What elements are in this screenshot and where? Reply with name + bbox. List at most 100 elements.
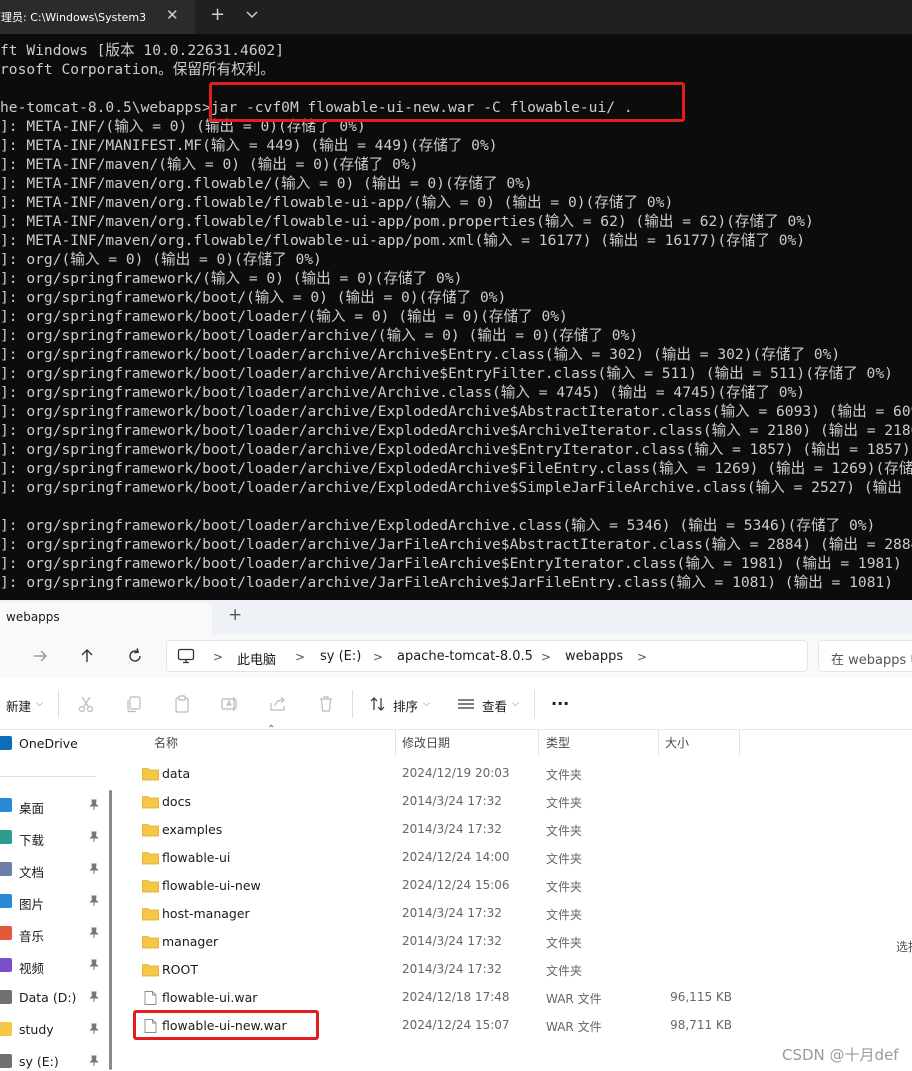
- column-size[interactable]: 大小: [665, 734, 689, 751]
- delete-icon[interactable]: [316, 694, 336, 714]
- file-row[interactable]: data 2024/12/19 20:03 文件夹: [120, 760, 810, 788]
- breadcrumb-webapps[interactable]: webapps: [565, 649, 623, 664]
- sidebar-item-label: 文档: [19, 865, 45, 880]
- paste-icon[interactable]: [172, 694, 192, 714]
- sidebar-scrollbar[interactable]: [109, 790, 112, 1070]
- copy-icon[interactable]: [124, 694, 144, 714]
- breadcrumb-tomcat[interactable]: apache-tomcat-8.0.5: [397, 649, 533, 664]
- file-row[interactable]: flowable-ui.war 2024/12/18 17:48 WAR 文件 96,…: [120, 984, 810, 1012]
- pin-icon[interactable]: [88, 1055, 100, 1067]
- column-date[interactable]: 修改日期: [402, 734, 450, 751]
- search-input[interactable]: 在 webapps 中: [818, 640, 912, 672]
- sort-icon[interactable]: [368, 694, 388, 714]
- folder-icon: [142, 796, 159, 809]
- file-type: 文件夹: [546, 880, 583, 894]
- forward-icon[interactable]: [30, 646, 50, 666]
- breadcrumb-drive[interactable]: sy (E:): [320, 649, 361, 664]
- terminal-line: ]: org/springframework/boot/loader/archi…: [0, 536, 912, 553]
- file-row[interactable]: examples 2014/3/24 17:32 文件夹: [120, 816, 810, 844]
- folder-icon: [142, 964, 159, 977]
- view-button[interactable]: 查看: [482, 696, 507, 715]
- folder-icon: [142, 824, 159, 837]
- pin-icon[interactable]: [88, 895, 100, 907]
- sidebar-item[interactable]: Data (D:): [0, 984, 110, 1012]
- chevron-down-icon[interactable]: [244, 8, 260, 22]
- terminal-line: ]: org/springframework/boot/loader/archi…: [0, 384, 806, 401]
- breadcrumb-this-pc[interactable]: 此电脑: [237, 649, 276, 668]
- file-row[interactable]: ROOT 2014/3/24 17:32 文件夹: [120, 956, 810, 984]
- terminal-line: ft Windows [版本 10.0.22631.4602]: [0, 42, 284, 59]
- drive-icon: [0, 990, 12, 1004]
- sidebar-item[interactable]: 音乐: [0, 920, 110, 948]
- file-row[interactable]: manager 2014/3/24 17:32 文件夹: [120, 928, 810, 956]
- chevron-right-icon[interactable]: >: [213, 650, 223, 664]
- column-divider[interactable]: [538, 730, 539, 756]
- pin-icon[interactable]: [88, 863, 100, 875]
- column-divider[interactable]: [739, 730, 740, 756]
- file-row[interactable]: flowable-ui 2024/12/24 14:00 文件夹: [120, 844, 810, 872]
- file-list: ⌃ 名称 修改日期 类型 大小 data 2024/12/19 20:03 文件夹 d…: [120, 724, 912, 1071]
- file-row[interactable]: docs 2014/3/24 17:32 文件夹: [120, 788, 810, 816]
- view-icon[interactable]: [456, 694, 476, 714]
- refresh-icon[interactable]: [125, 646, 145, 666]
- sort-button[interactable]: 排序: [393, 696, 418, 715]
- chevron-down-icon[interactable]: ⌵: [36, 699, 43, 709]
- toolbar-divider: [58, 690, 59, 718]
- sidebar-item[interactable]: 文档: [0, 856, 110, 884]
- chevron-down-icon[interactable]: ⌵: [512, 699, 519, 709]
- column-name[interactable]: 名称: [154, 734, 178, 751]
- sidebar-item[interactable]: 视频: [0, 952, 110, 980]
- close-icon[interactable]: ✕: [166, 6, 179, 24]
- pin-icon[interactable]: [88, 959, 100, 971]
- file-type: 文件夹: [546, 852, 583, 866]
- sidebar-item[interactable]: 图片: [0, 888, 110, 916]
- file-type: 文件夹: [546, 964, 583, 978]
- chevron-right-icon[interactable]: >: [295, 650, 305, 664]
- sidebar-item[interactable]: OneDrive: [0, 730, 110, 758]
- pin-icon[interactable]: [88, 1023, 100, 1035]
- new-button[interactable]: 新建: [6, 696, 31, 715]
- file-date: 2024/12/19 20:03: [402, 766, 510, 780]
- chevron-down-icon[interactable]: ⌵: [423, 699, 430, 709]
- pin-icon[interactable]: [88, 991, 100, 1003]
- sidebar-item[interactable]: study: [0, 1016, 110, 1044]
- terminal-tab-title: 管理员: C:\Windows\System32: [0, 11, 145, 24]
- file-date: 2024/12/18 17:48: [402, 990, 510, 1004]
- column-divider[interactable]: [658, 730, 659, 756]
- new-tab-button[interactable]: +: [210, 4, 225, 25]
- more-options-button[interactable]: ...: [551, 690, 569, 709]
- sidebar-item[interactable]: 桌面: [0, 792, 110, 820]
- cut-icon[interactable]: [76, 694, 96, 714]
- file-date: 2014/3/24 17:32: [402, 962, 502, 976]
- file-type: 文件夹: [546, 908, 583, 922]
- terminal-line: ]: org/springframework/boot/loader/(输入 =…: [0, 308, 568, 325]
- search-placeholder: 在 webapps 中: [831, 653, 912, 668]
- pin-icon[interactable]: [88, 799, 100, 811]
- address-bar[interactable]: > 此电脑 > sy (E:) > apache-tomcat-8.0.5 > …: [166, 640, 808, 672]
- pin-icon[interactable]: [88, 831, 100, 843]
- new-tab-button[interactable]: +: [228, 605, 242, 625]
- terminal-line: ]: META-INF/MANIFEST.MF(输入 = 449) (输出 = …: [0, 137, 498, 154]
- sidebar-item[interactable]: 下载: [0, 824, 110, 852]
- terminal-tab[interactable]: 管理员: C:\Windows\System32 ✕: [0, 0, 195, 34]
- terminal-line: ]: META-INF/maven/org.flowable/(输入 = 0) …: [0, 175, 533, 192]
- chevron-right-icon[interactable]: >: [373, 650, 383, 664]
- terminal-line: ]: org/springframework/boot/loader/archi…: [0, 555, 902, 572]
- file-row[interactable]: flowable-ui-new 2024/12/24 15:06 文件夹: [120, 872, 810, 900]
- sidebar-item[interactable]: sy (E:): [0, 1048, 110, 1071]
- pin-icon[interactable]: [88, 927, 100, 939]
- explorer-tab[interactable]: webapps: [0, 603, 212, 634]
- share-icon[interactable]: [268, 694, 288, 714]
- column-type[interactable]: 类型: [546, 734, 570, 751]
- file-date: 2024/12/24 15:06: [402, 878, 510, 892]
- chevron-right-icon[interactable]: >: [541, 650, 551, 664]
- sidebar-item-label: 桌面: [19, 801, 45, 816]
- column-divider[interactable]: [395, 730, 396, 756]
- document-icon: [0, 862, 12, 876]
- file-name: examples: [162, 822, 223, 837]
- rename-icon[interactable]: [220, 694, 240, 714]
- file-row[interactable]: host-manager 2014/3/24 17:32 文件夹: [120, 900, 810, 928]
- up-arrow-icon[interactable]: [77, 646, 97, 666]
- folder-icon: [142, 880, 159, 893]
- chevron-right-icon[interactable]: >: [637, 650, 647, 664]
